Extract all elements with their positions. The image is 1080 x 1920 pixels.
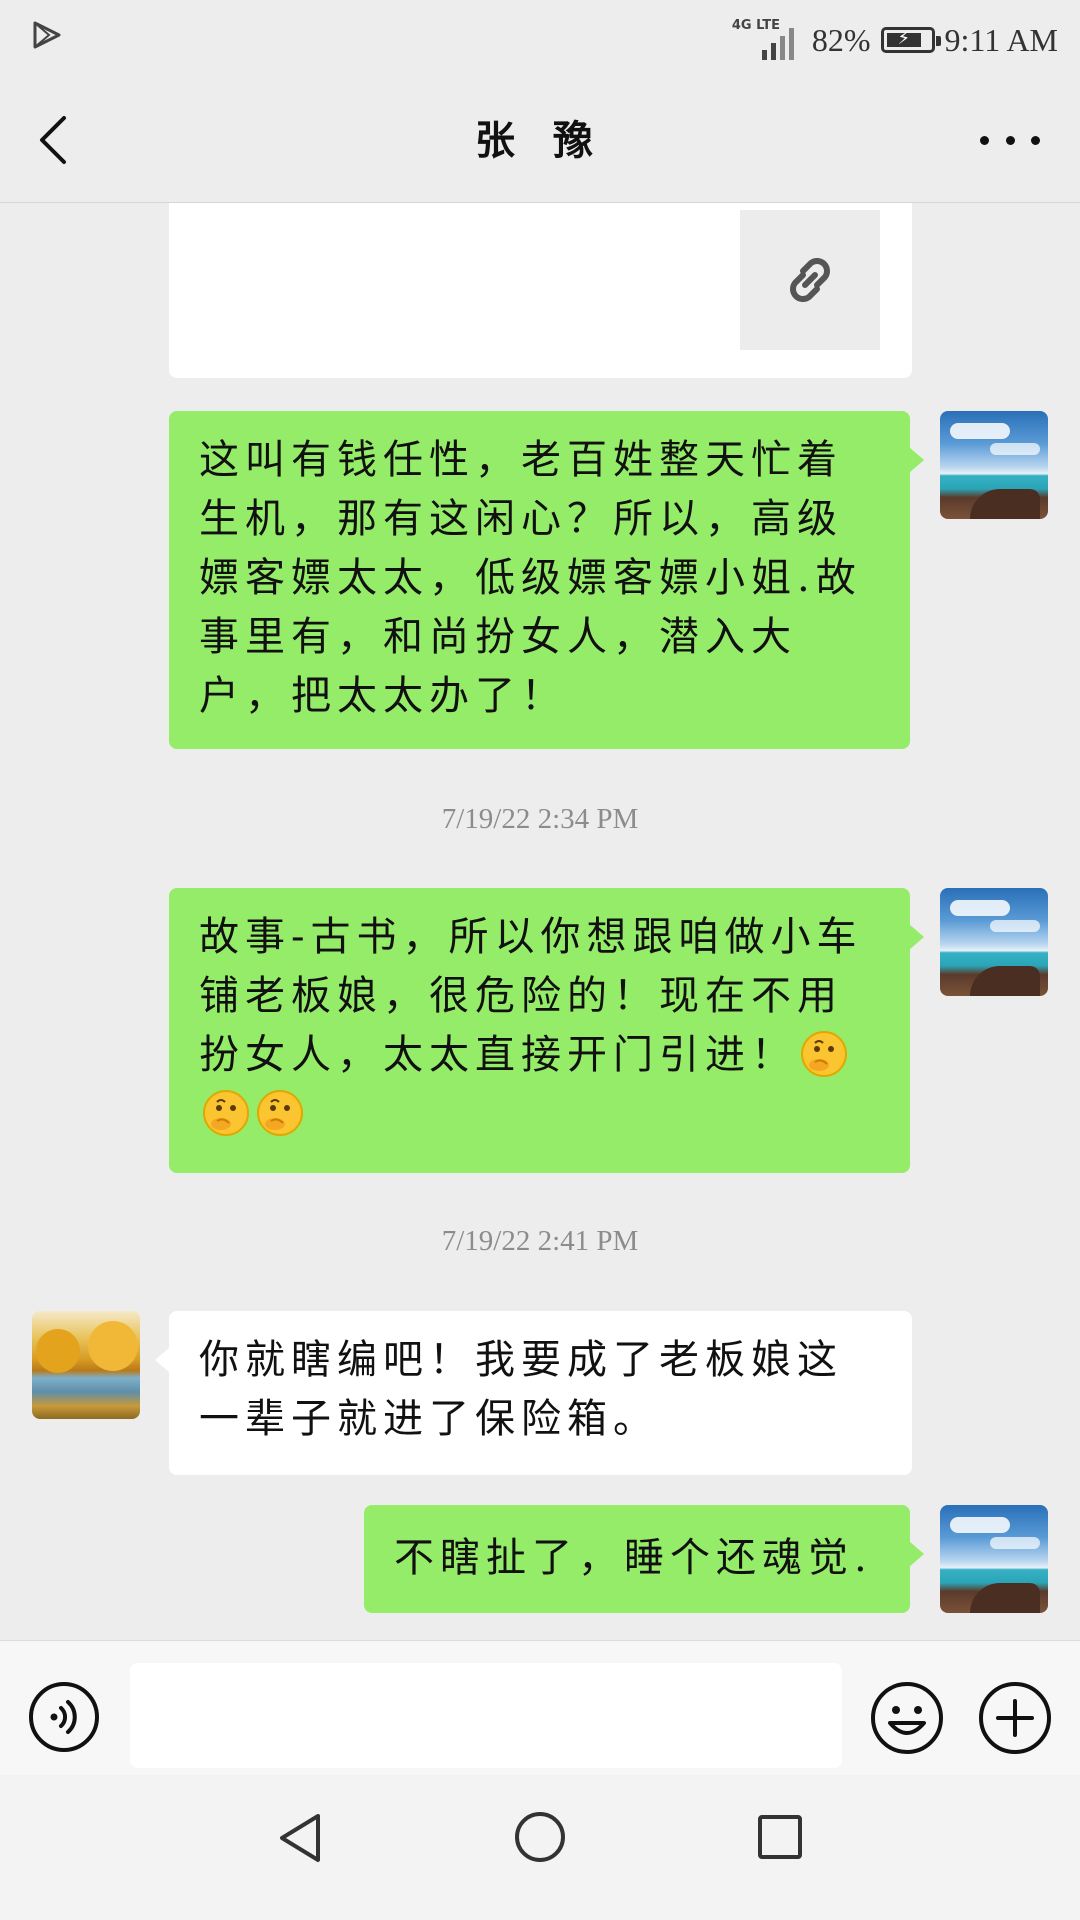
status-bar: 4G LTE 82% ⚡ 9:11 AM xyxy=(0,0,1080,80)
message-input[interactable] xyxy=(130,1663,842,1768)
message-text: 不瞎扯了，睡个还魂觉. xyxy=(394,1535,873,1581)
link-thumbnail xyxy=(740,210,880,350)
avatar[interactable] xyxy=(32,1311,140,1419)
link-card-message[interactable] xyxy=(169,203,912,378)
avatar[interactable] xyxy=(940,411,1048,519)
system-navigation-bar xyxy=(0,1775,1080,1920)
avatar[interactable] xyxy=(940,888,1048,996)
plus-icon[interactable] xyxy=(978,1681,1052,1755)
thinking-face-emoji xyxy=(801,1031,847,1077)
play-store-icon xyxy=(33,21,61,49)
clock: 9:11 AM xyxy=(944,21,1059,58)
thinking-face-emoji xyxy=(257,1090,303,1136)
triangle-back-icon[interactable] xyxy=(272,1810,328,1866)
timestamp: 7/19/22 2:34 PM xyxy=(441,803,639,835)
voice-icon[interactable] xyxy=(28,1681,100,1753)
signal-icon: 4G LTE xyxy=(732,18,802,62)
square-recent-icon[interactable] xyxy=(756,1813,804,1861)
battery-percent: 82% xyxy=(811,21,871,58)
message-list[interactable]: 这叫有钱任性，老百姓整天忙着生机，那有这闲心？所以，高级嫖客嫖太太，低级嫖客嫖小… xyxy=(0,203,1080,1640)
circle-home-icon[interactable] xyxy=(513,1810,567,1864)
link-icon xyxy=(790,258,830,302)
message-bubble-received[interactable]: 你就瞎编吧！我要成了老板娘这一辈子就进了保险箱。 xyxy=(155,1311,912,1475)
thinking-face-emoji xyxy=(203,1090,249,1136)
more-icon[interactable] xyxy=(980,120,1040,160)
input-bar xyxy=(0,1640,1080,1776)
smiley-icon[interactable] xyxy=(870,1681,944,1755)
chat-title: 张 豫 xyxy=(475,118,605,164)
message-text: 你就瞎编吧！我要成了老板娘这一辈子就进了保险箱。 xyxy=(199,1337,843,1442)
chat-header: 张 豫 xyxy=(0,80,1080,203)
timestamp: 7/19/22 2:41 PM xyxy=(441,1225,639,1257)
message-bubble-sent[interactable]: 不瞎扯了，睡个还魂觉. xyxy=(364,1505,924,1613)
message-bubble-sent[interactable]: 故事-古书，所以你想跟咱做小车铺老板娘，很危险的！现在不用扮女人，太太直接开门引… xyxy=(169,888,924,1173)
message-bubble-sent[interactable]: 这叫有钱任性，老百姓整天忙着生机，那有这闲心？所以，高级嫖客嫖太太，低级嫖客嫖小… xyxy=(169,411,924,749)
message-text: 故事-古书，所以你想跟咱做小车铺老板娘，很危险的！现在不用扮女人，太太直接开门引… xyxy=(199,914,863,1078)
avatar[interactable] xyxy=(940,1505,1048,1613)
message-text: 这叫有钱任性，老百姓整天忙着生机，那有这闲心？所以，高级嫖客嫖太太，低级嫖客嫖小… xyxy=(199,437,862,719)
battery-icon: ⚡ xyxy=(880,27,941,53)
